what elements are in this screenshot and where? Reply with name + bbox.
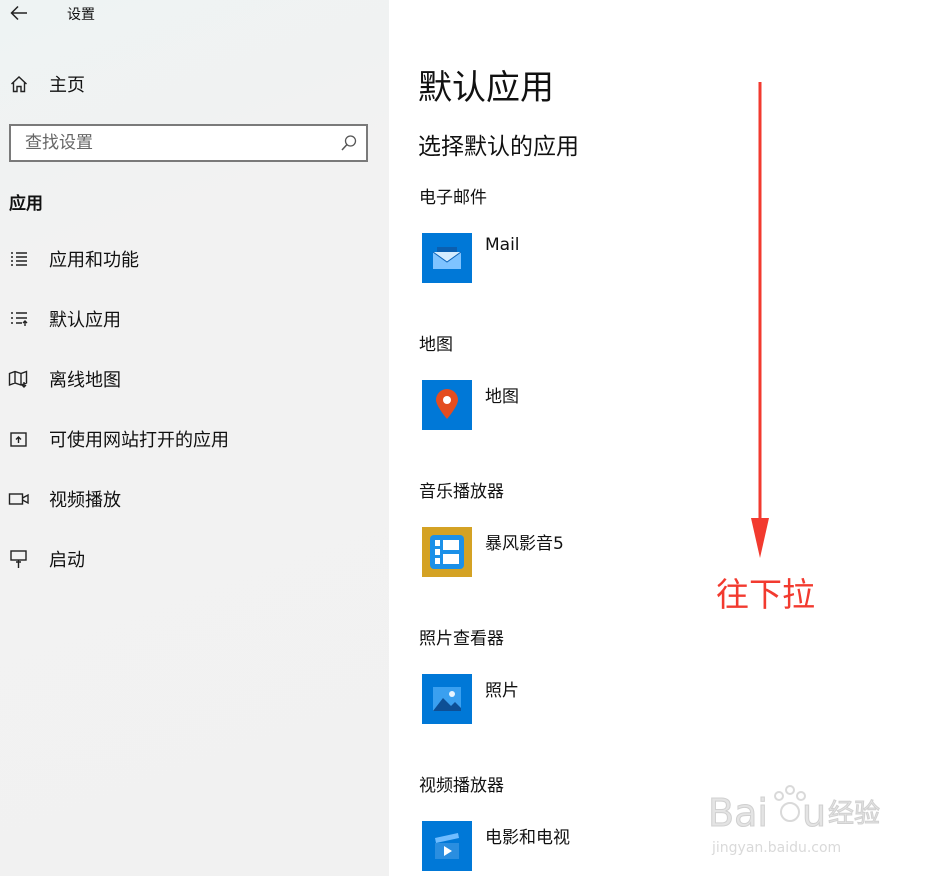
- apps-for-websites-icon: [8, 428, 30, 450]
- apps-features-icon: [8, 248, 30, 270]
- baidu-jingyan-watermark: Bai u 经验 jingyan.baidu.com: [708, 785, 881, 856]
- svg-text:jingyan.baidu.com: jingyan.baidu.com: [711, 840, 841, 856]
- sidebar-item-startup[interactable]: 启动: [0, 539, 389, 579]
- section-subtitle: 选择默认的应用: [418, 134, 579, 160]
- maps-pin-icon: [422, 380, 472, 430]
- default-video-app-button[interactable]: 电影和电视: [422, 821, 682, 873]
- photos-icon: [422, 674, 472, 724]
- app-name: 暴风影音5: [485, 534, 564, 554]
- app-name: 照片: [485, 681, 519, 701]
- sidebar-item-label: 启动: [49, 550, 85, 571]
- default-apps-icon: [8, 308, 30, 330]
- startup-icon: [8, 548, 30, 570]
- search-box[interactable]: [9, 124, 368, 162]
- section-title: 应用: [9, 194, 43, 214]
- search-icon[interactable]: [340, 134, 358, 152]
- app-name: 地图: [485, 387, 519, 407]
- scroll-down-annotation-label: 往下拉: [716, 575, 815, 614]
- movies-tv-icon: [422, 821, 472, 871]
- sidebar-item-label: 应用和功能: [49, 250, 139, 271]
- sidebar-item-label: 可使用网站打开的应用: [49, 430, 229, 451]
- default-music-app-button[interactable]: 暴风影音5: [422, 527, 682, 579]
- default-maps-app-button[interactable]: 地图: [422, 380, 682, 432]
- page-title: 默认应用: [418, 68, 554, 108]
- default-photos-app-button[interactable]: 照片: [422, 674, 682, 726]
- category-label-email: 电子邮件: [419, 188, 487, 208]
- back-button[interactable]: [8, 2, 30, 24]
- main-content: 默认应用 选择默认的应用 电子邮件 Mail 地图 地图 音乐播放器 暴风影音5…: [389, 0, 928, 876]
- svg-text:经验: 经验: [828, 799, 880, 829]
- home-label: 主页: [49, 75, 85, 96]
- sidebar-item-apps-features[interactable]: 应用和功能: [0, 239, 389, 279]
- sidebar-item-label: 离线地图: [49, 370, 121, 391]
- sidebar-item-label: 默认应用: [49, 310, 121, 331]
- sidebar-item-label: 视频播放: [49, 490, 121, 511]
- svg-text:u: u: [802, 791, 826, 835]
- mail-icon: [422, 233, 472, 283]
- sidebar: 设置 主页 应用 应用和功能 默认应用 离线地图: [0, 0, 389, 876]
- offline-maps-icon: [8, 368, 30, 390]
- svg-text:Bai: Bai: [708, 791, 768, 835]
- category-label-music-player: 音乐播放器: [419, 482, 504, 502]
- sidebar-item-default-apps[interactable]: 默认应用: [0, 299, 389, 339]
- sidebar-item-video-playback[interactable]: 视频播放: [0, 479, 389, 519]
- category-label-photo-viewer: 照片查看器: [419, 629, 504, 649]
- app-name: Mail: [485, 235, 520, 255]
- home-icon: [8, 73, 30, 95]
- window-title: 设置: [67, 7, 95, 23]
- search-input[interactable]: [11, 126, 345, 160]
- category-label-video-player: 视频播放器: [419, 776, 504, 796]
- sidebar-item-apps-for-websites[interactable]: 可使用网站打开的应用: [0, 419, 389, 459]
- baofeng-player-icon: [422, 527, 472, 577]
- app-name: 电影和电视: [485, 828, 570, 848]
- video-playback-icon: [8, 488, 30, 510]
- home-nav-item[interactable]: 主页: [0, 64, 389, 104]
- category-label-maps: 地图: [419, 335, 453, 355]
- sidebar-item-offline-maps[interactable]: 离线地图: [0, 359, 389, 399]
- default-email-app-button[interactable]: Mail: [422, 233, 682, 285]
- back-arrow-icon: [10, 5, 27, 21]
- scroll-down-arrow-annotation: [751, 82, 769, 558]
